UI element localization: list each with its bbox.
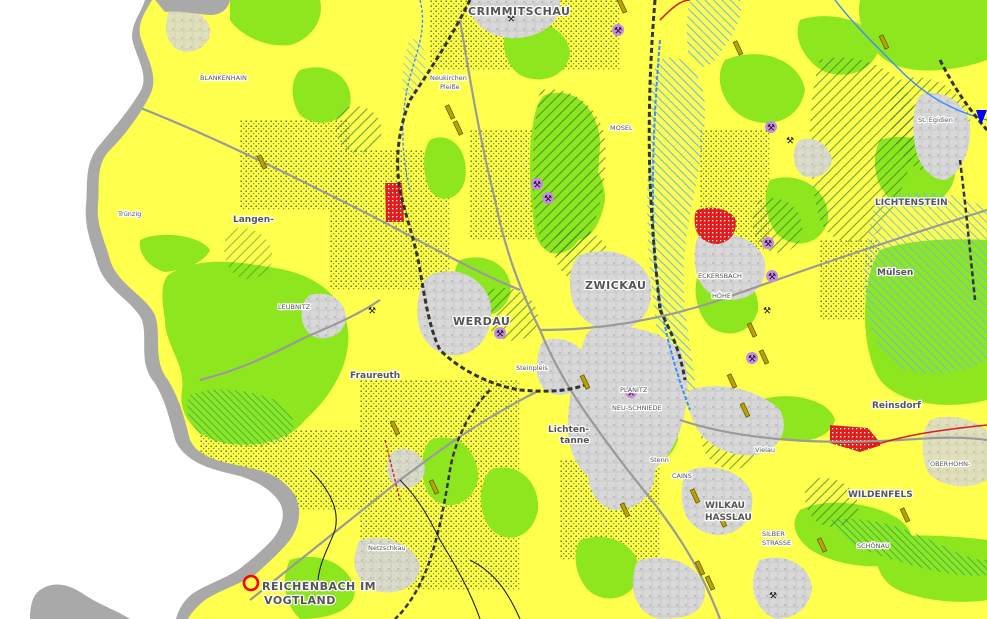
label-hohe: HÖHE (712, 291, 731, 300)
label-vielau: Vielau (755, 446, 775, 454)
svg-text:⚒: ⚒ (767, 124, 775, 134)
svg-text:⚒: ⚒ (496, 330, 504, 340)
label-fraureuth: Fraureuth (350, 371, 400, 381)
label-mosel: MOSEL (610, 124, 633, 132)
svg-text:⚒: ⚒ (533, 181, 541, 191)
label-oberhohndorf: OBERHOHN- (930, 460, 971, 468)
label-silber: SILBER (762, 530, 785, 538)
svg-text:⚒: ⚒ (764, 240, 772, 250)
label-hasslau: HASSLAU (705, 513, 752, 523)
label-crimmitschau: CRIMMITSCHAU (468, 5, 570, 18)
svg-text:⚒: ⚒ (763, 307, 771, 317)
label-neu-schmiedefeld: NEU-SCHNIEDE (612, 404, 662, 412)
label-neukirchen-1: Neukirchen (430, 74, 467, 82)
label-lichtentanne-2: tanne (560, 436, 589, 446)
label-reinsdorf: Reinsdorf (872, 401, 921, 411)
label-stenn: Stenn (650, 456, 669, 464)
svg-text:⚒: ⚒ (368, 307, 376, 317)
label-schonau: SCHÖNAU (857, 541, 890, 550)
label-neukirchen-2: Pleiße (440, 83, 460, 91)
label-lichtentanne-1: Lichten- (548, 425, 589, 435)
label-wildenfels: WILDENFELS (848, 490, 913, 500)
svg-text:⚒: ⚒ (614, 27, 622, 37)
svg-text:⚒: ⚒ (786, 137, 794, 147)
label-netzschkau: Netzschkau (368, 544, 406, 552)
label-trunzig: Trünzig (117, 210, 141, 218)
land-use-map[interactable]: ⚒ ⚒ ⚒ ⚒ ⚒ ⚒ ⚒ ⚒ ⚒ ⚒ ⚒ ⚒ ⚒ ⚒ CRIMMITSCHAU WERDAU ZWICK… (0, 0, 987, 619)
svg-text:⚒: ⚒ (748, 355, 756, 365)
label-blankenhain: BLANKENHAIN (200, 74, 247, 82)
label-eckersbach: ECKERSBACH (698, 272, 742, 280)
map-canvas[interactable]: ⚒⚒⚒⚒⚒⚒⚒⚒⚒⚒⚒⚒⚒⚒ CRIMMITSCHAU WERDAU ZWICK… (0, 0, 987, 619)
svg-text:⚒: ⚒ (544, 195, 552, 205)
label-cainsdorf: CAINS (672, 472, 692, 480)
label-mulsen: Mülsen (877, 268, 913, 278)
label-lichtenstein: LICHTENSTEIN (875, 198, 948, 208)
label-zwickau: ZWICKAU (585, 279, 646, 292)
label-st-egidien: St. Egidien (918, 116, 953, 124)
label-steinpleis: Steinpleis (516, 364, 548, 372)
svg-text:⚒: ⚒ (768, 273, 776, 283)
label-reichenbach: REICHENBACH IM (262, 580, 376, 593)
label-vogtland: VOGTLAND (264, 594, 336, 607)
label-langenbernsdorf: Langen- (233, 215, 274, 225)
label-planitz: PLANITZ (620, 386, 648, 394)
label-strasse: STRASSE (762, 539, 791, 547)
svg-text:⚒: ⚒ (769, 592, 777, 602)
label-werdau: WERDAU (453, 315, 510, 328)
label-wilkau: WILKAU (705, 501, 745, 511)
label-leubnitz: LEUBNITZ (278, 303, 311, 311)
